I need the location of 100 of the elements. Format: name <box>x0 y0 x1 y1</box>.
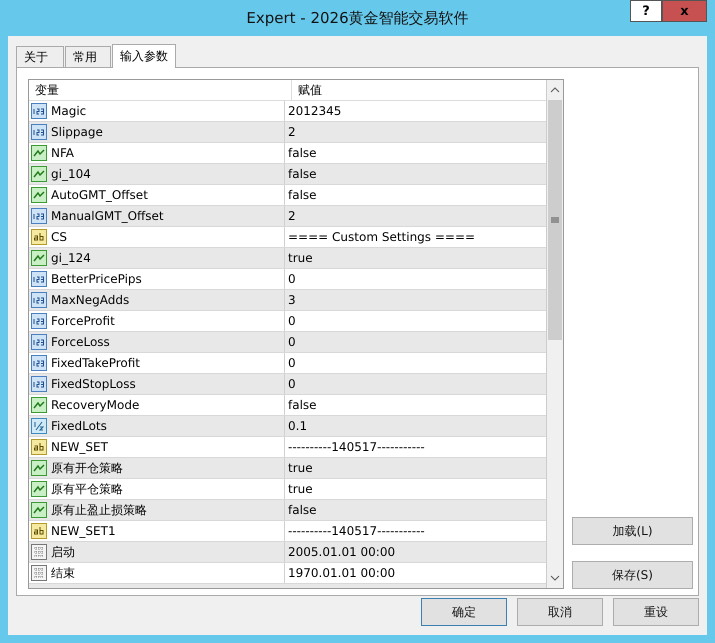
parameter-value: true <box>287 481 314 498</box>
integer-type-icon <box>31 334 47 350</box>
integer-type-icon <box>31 103 47 119</box>
calendar-icon <box>31 565 47 581</box>
window-title: Expert - 2026黄金智能交易软件 <box>246 8 469 28</box>
tab[interactable]: 输入参数 <box>112 44 176 68</box>
parameter-value: false <box>287 502 318 519</box>
scroll-up-icon[interactable] <box>550 87 560 93</box>
parameter-value: 0 <box>287 376 297 393</box>
table-row[interactable]: 原有止盈止损策略 false <box>29 500 546 521</box>
parameter-name: AutoGMT_Offset <box>51 187 148 204</box>
boolean-type-icon <box>31 460 47 476</box>
parameter-name: 原有平仓策略 <box>51 481 123 498</box>
calendar-icon <box>31 544 47 560</box>
table-row[interactable]: FixedStopLoss 0 <box>29 374 546 395</box>
table-row[interactable]: Slippage 2 <box>29 122 546 143</box>
parameter-value: false <box>287 187 318 204</box>
parameter-name: gi_104 <box>51 166 91 183</box>
parameter-name: MaxNegAdds <box>51 292 130 309</box>
integer-type-icon <box>31 376 47 392</box>
parameter-name: NEW_SET1 <box>51 523 116 540</box>
table-row[interactable]: Magic 2012345 <box>29 101 546 122</box>
table-row[interactable]: NFA false <box>29 143 546 164</box>
table-row[interactable]: CS ==== Custom Settings ==== <box>29 227 546 248</box>
parameter-name: Slippage <box>51 124 103 141</box>
side-button[interactable]: 加载(L) <box>572 517 693 545</box>
boolean-type-icon <box>31 166 47 182</box>
boolean-type-icon <box>31 187 47 203</box>
parameter-value: 2012345 <box>287 103 342 120</box>
table-row[interactable]: AutoGMT_Offset false <box>29 185 546 206</box>
close-button[interactable]: x <box>662 0 707 22</box>
parameter-name: NEW_SET <box>51 439 108 456</box>
scroll-thumb[interactable] <box>548 100 562 340</box>
parameter-value: false <box>287 166 318 183</box>
string-type-icon <box>31 523 47 539</box>
tab[interactable]: 关于 <box>16 46 64 67</box>
parameter-name: 启动 <box>51 544 75 561</box>
scrollbar[interactable] <box>546 80 563 588</box>
grip-icon <box>551 217 559 223</box>
parameter-value: true <box>287 250 314 267</box>
parameter-value: ----------140517----------- <box>287 439 426 456</box>
parameter-name: Magic <box>51 103 86 120</box>
parameter-name: ForceLoss <box>51 334 110 351</box>
integer-type-icon <box>31 313 47 329</box>
help-button[interactable]: ? <box>630 0 662 22</box>
table-row[interactable]: BetterPricePips 0 <box>29 269 546 290</box>
parameter-name: ForceProfit <box>51 313 115 330</box>
parameter-name: 结束 <box>51 565 75 582</box>
parameter-value: ==== Custom Settings ==== <box>287 229 476 246</box>
parameter-value: 1970.01.01 00:00 <box>287 565 396 582</box>
table-row[interactable]: 启动 2005.01.01 00:00 <box>29 542 546 563</box>
table-row[interactable]: 原有开仓策略 true <box>29 458 546 479</box>
parameter-value: ----------140517----------- <box>287 523 426 540</box>
parameter-value: false <box>287 397 318 414</box>
scroll-down-icon[interactable] <box>550 575 560 581</box>
table-row[interactable]: NEW_SET ----------140517----------- <box>29 437 546 458</box>
boolean-type-icon <box>31 145 47 161</box>
table-row[interactable]: gi_124 true <box>29 248 546 269</box>
table-row[interactable]: ForceProfit 0 <box>29 311 546 332</box>
table-row[interactable]: 结束 1970.01.01 00:00 <box>29 563 546 584</box>
tab[interactable]: 常用 <box>65 46 111 67</box>
table-row[interactable]: FixedTakeProfit 0 <box>29 353 546 374</box>
parameter-name: BetterPricePips <box>51 271 142 288</box>
integer-type-icon <box>31 292 47 308</box>
parameter-name: FixedTakeProfit <box>51 355 140 372</box>
dialog-button[interactable]: 确定 <box>421 598 507 626</box>
parameter-name: CS <box>51 229 67 246</box>
table-row[interactable]: RecoveryMode false <box>29 395 546 416</box>
string-type-icon <box>31 439 47 455</box>
table-row[interactable]: MaxNegAdds 3 <box>29 290 546 311</box>
boolean-type-icon <box>31 502 47 518</box>
parameter-value: 2 <box>287 208 297 225</box>
dialog-button[interactable]: 重设 <box>613 598 699 626</box>
table-row[interactable]: gi_104 false <box>29 164 546 185</box>
table-row[interactable]: NEW_SET1 ----------140517----------- <box>29 521 546 542</box>
dialog-button[interactable]: 取消 <box>517 598 603 626</box>
parameter-name: RecoveryMode <box>51 397 140 414</box>
parameter-name: ManualGMT_Offset <box>51 208 164 225</box>
parameter-value: 0 <box>287 271 297 288</box>
boolean-type-icon <box>31 250 47 266</box>
parameter-value: 3 <box>287 292 297 309</box>
boolean-type-icon <box>31 481 47 497</box>
integer-type-icon <box>31 271 47 287</box>
parameter-value: 0 <box>287 334 297 351</box>
integer-type-icon <box>31 355 47 371</box>
parameter-name: 原有止盈止损策略 <box>51 502 147 519</box>
boolean-type-icon <box>31 397 47 413</box>
parameter-value: 0.1 <box>287 418 308 435</box>
parameter-value: true <box>287 460 314 477</box>
table-row[interactable]: 原有平仓策略 true <box>29 479 546 500</box>
table-row[interactable]: FixedLots 0.1 <box>29 416 546 437</box>
table-row[interactable]: ManualGMT_Offset 2 <box>29 206 546 227</box>
parameter-name: NFA <box>51 145 74 162</box>
parameter-name: gi_124 <box>51 250 91 267</box>
column-header: 变量 <box>29 80 292 100</box>
string-type-icon <box>31 229 47 245</box>
parameter-name: FixedLots <box>51 418 107 435</box>
side-button[interactable]: 保存(S) <box>572 561 693 589</box>
column-header: 赋值 <box>297 82 323 99</box>
table-row[interactable]: ForceLoss 0 <box>29 332 546 353</box>
